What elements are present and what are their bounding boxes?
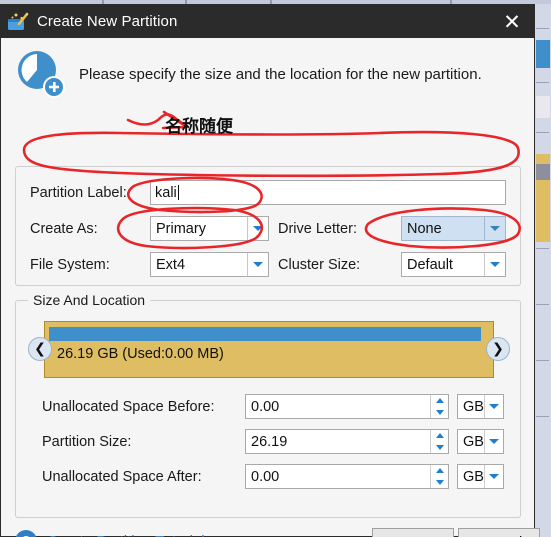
pie-chart-add-icon [15, 48, 67, 100]
cluster-size-label: Cluster Size: [278, 257, 361, 273]
drive-letter-value: None [407, 220, 442, 237]
stepper-up-icon[interactable] [431, 465, 448, 477]
partition-wizard-icon [7, 11, 29, 33]
unallocated-after-unit-combo[interactable]: GB [457, 464, 504, 489]
partition-size-unit-combo[interactable]: GB [457, 429, 504, 454]
partition-size-caption: 26.19 GB (Used:0.00 MB) [57, 346, 224, 362]
create-as-label: Create As: [30, 221, 98, 237]
create-as-value: Primary [156, 220, 206, 237]
partition-size-unit: GB [463, 433, 484, 450]
unallocated-after-value: 0.00 [251, 468, 280, 485]
unallocated-before-unit: GB [463, 398, 484, 415]
unallocated-after-unit: GB [463, 468, 484, 485]
file-system-value: Ext4 [156, 256, 186, 273]
chevron-down-icon[interactable] [484, 395, 503, 418]
drive-letter-label: Drive Letter: [278, 221, 357, 237]
create-as-combo[interactable]: Primary [150, 216, 269, 241]
size-and-location-group: Size And Location ❮ ❯ 26.19 GB (Used:0.0… [15, 292, 521, 518]
unallocated-before-stepper[interactable] [430, 395, 448, 418]
chevron-down-icon[interactable] [484, 430, 503, 453]
cancel-button[interactable]: Cancel [458, 528, 540, 537]
chevron-right-circle-icon[interactable]: ❯ [486, 337, 510, 361]
unallocated-after-label: Unallocated Space After: [42, 469, 202, 485]
size-and-location-legend: Size And Location [28, 292, 151, 308]
question-mark-icon[interactable]: ? [15, 530, 37, 537]
chevron-down-icon[interactable] [484, 253, 505, 276]
background-window-right-edge [535, 4, 551, 537]
chevron-left-circle-icon[interactable]: ❮ [28, 337, 52, 361]
unallocated-before-input[interactable]: 0.00 [245, 394, 449, 419]
chevron-down-icon[interactable] [484, 465, 503, 488]
cluster-size-value: Default [407, 256, 453, 273]
partition-size-stepper[interactable] [430, 430, 448, 453]
basic-settings-group: Partition Label: kali Create As: Primary… [15, 166, 521, 286]
tutorial-area: ? Create Partition Tutorial [15, 530, 205, 537]
chevron-down-icon[interactable] [247, 217, 268, 240]
partition-label-value: kali [155, 184, 177, 201]
file-system-label: File System: [30, 257, 110, 273]
stepper-down-icon[interactable] [431, 477, 448, 489]
ok-button[interactable]: OK [372, 528, 454, 537]
dialog-titlebar: Create New Partition ✕ [1, 5, 534, 38]
partition-size-input[interactable]: 26.19 [245, 429, 449, 454]
partition-label-label: Partition Label: [30, 185, 127, 201]
dialog-title: Create New Partition [37, 13, 178, 30]
chevron-down-icon[interactable] [484, 217, 505, 240]
partition-size-value: 26.19 [251, 433, 288, 450]
unallocated-after-stepper[interactable] [430, 465, 448, 488]
dialog-body: Please specify the size and the location… [1, 38, 540, 537]
close-icon[interactable]: ✕ [500, 10, 524, 34]
instruction-text: Please specify the size and the location… [79, 65, 482, 83]
partition-usage-bar [49, 327, 481, 341]
cluster-size-combo[interactable]: Default [401, 252, 506, 277]
instruction-header: Please specify the size and the location… [1, 38, 534, 100]
text-caret [177, 185, 179, 200]
create-partition-tutorial-link[interactable]: Create Partition Tutorial [47, 533, 205, 537]
partition-size-label: Partition Size: [42, 434, 132, 450]
partition-map: ❮ ❯ 26.19 GB (Used:0.00 MB) [28, 321, 510, 378]
stepper-down-icon[interactable] [431, 407, 448, 419]
stepper-down-icon[interactable] [431, 442, 448, 454]
create-new-partition-dialog: Create New Partition ✕ Please specify th… [0, 4, 540, 537]
unallocated-before-unit-combo[interactable]: GB [457, 394, 504, 419]
partition-block[interactable]: 26.19 GB (Used:0.00 MB) [44, 321, 494, 378]
chevron-down-icon[interactable] [247, 253, 268, 276]
unallocated-before-label: Unallocated Space Before: [42, 399, 215, 415]
partition-label-input[interactable]: kali [150, 180, 506, 205]
unallocated-before-value: 0.00 [251, 398, 280, 415]
screenshot-root: Create New Partition ✕ Please specify th… [0, 0, 551, 537]
file-system-combo[interactable]: Ext4 [150, 252, 269, 277]
stepper-up-icon[interactable] [431, 395, 448, 407]
unallocated-after-input[interactable]: 0.00 [245, 464, 449, 489]
drive-letter-combo[interactable]: None [401, 216, 506, 241]
stepper-up-icon[interactable] [431, 430, 448, 442]
